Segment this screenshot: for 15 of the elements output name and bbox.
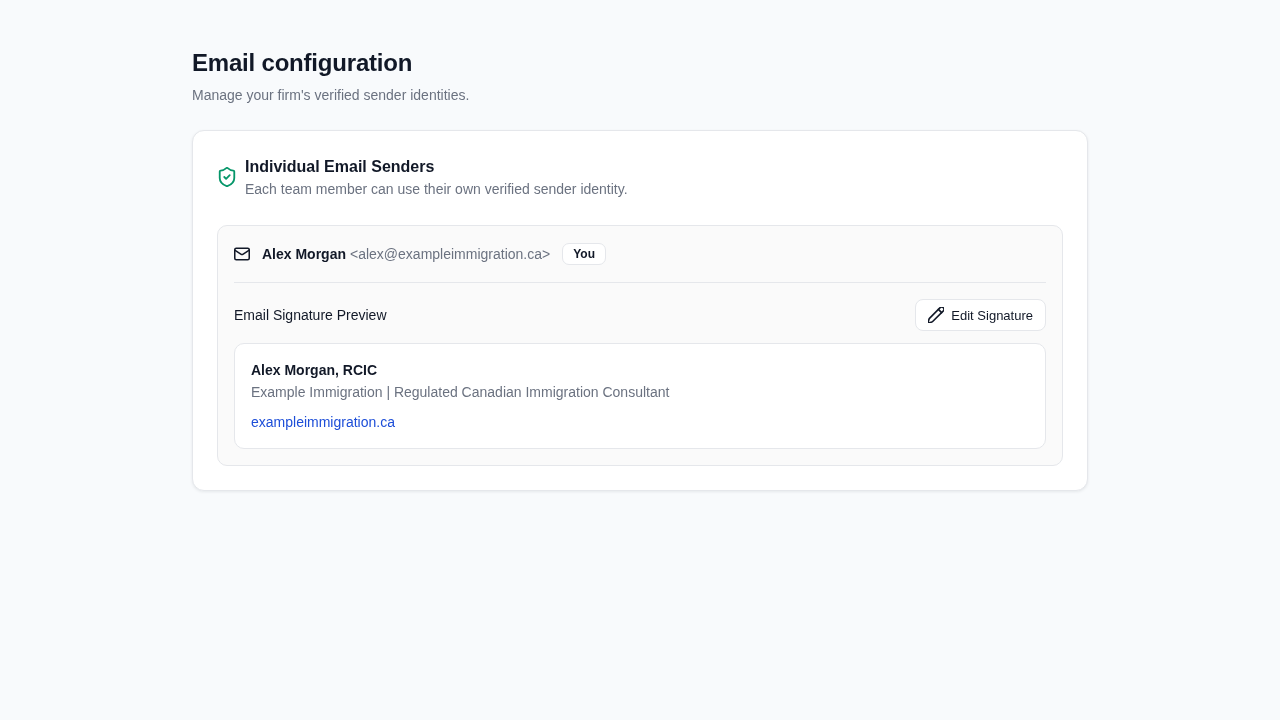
signature-name: Alex Morgan, RCIC xyxy=(251,361,378,380)
sender-email: <alex@exampleimmigration.ca> xyxy=(350,246,551,262)
page-title: Email configuration xyxy=(192,48,414,78)
sender-name: Alex Morgan xyxy=(262,246,346,262)
section-title: Individual Email Senders xyxy=(245,157,436,177)
signature-preview-heading: Email Signature Preview xyxy=(234,307,387,323)
mail-icon xyxy=(234,246,250,262)
signature-website-link[interactable]: exampleimmigration.ca xyxy=(251,412,395,432)
page-subtitle: Manage your firm's verified sender identities. xyxy=(192,86,471,105)
pencil-icon xyxy=(928,307,945,323)
signature-company: Example Immigration | Regulated Canadian Immigration Consultant xyxy=(251,383,671,402)
section-description: Each team member can use their own verified sender identity. xyxy=(245,180,628,199)
you-tag: You xyxy=(562,243,606,265)
shield-check-icon xyxy=(218,167,236,187)
edit-signature-button[interactable]: Edit Signature xyxy=(915,299,1046,331)
